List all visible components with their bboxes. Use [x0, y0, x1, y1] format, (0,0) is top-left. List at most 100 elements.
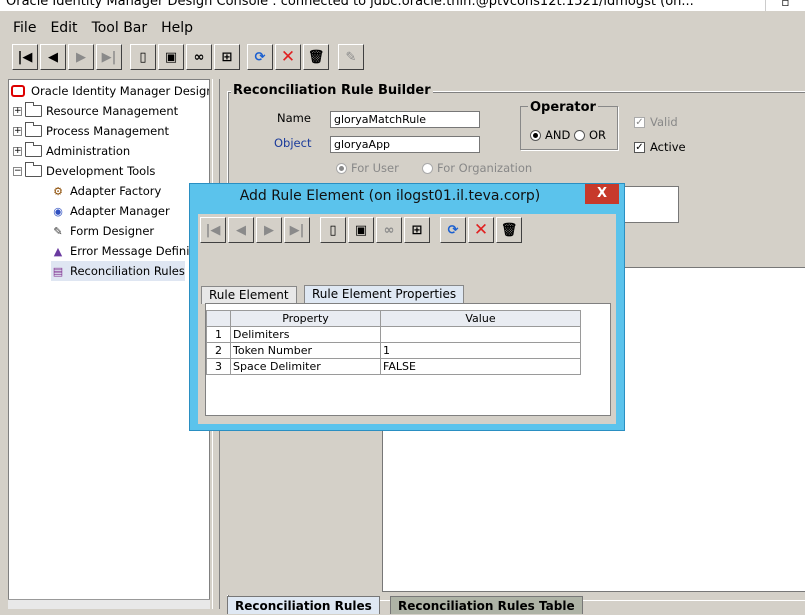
value-cell[interactable]: FALSE [380, 358, 581, 375]
menu-edit[interactable]: Edit [43, 18, 84, 38]
last-record-icon: ▶| [289, 222, 305, 238]
object-label[interactable]: Object [274, 136, 311, 150]
last-record-button[interactable]: ▶| [96, 44, 122, 70]
previous-record-icon: ◀ [236, 222, 246, 238]
row-number: 3 [206, 358, 231, 375]
dialog-query-button[interactable]: ∞ [376, 217, 402, 243]
name-field[interactable]: gloryaMatchRule [330, 111, 480, 128]
tree-horizontal-scrollbar[interactable] [8, 599, 210, 609]
action-toolbar: ⟳ ✕ 🗑 [247, 44, 331, 70]
new-form-button[interactable]: ▯ [130, 44, 156, 70]
property-cell[interactable]: Token Number [230, 342, 381, 359]
tree-item-label: Reconciliation Rules [70, 264, 185, 278]
tree-item-form-designer[interactable]: ✎ Form Designer [51, 221, 154, 241]
assign-button[interactable]: ⊞ [214, 44, 240, 70]
tree-item-error-message[interactable]: ▲ Error Message Defini [51, 241, 190, 261]
table-row[interactable]: 3 Space Delimiter FALSE [206, 358, 581, 375]
tab-reconciliation-rules[interactable]: Reconciliation Rules [227, 596, 380, 614]
valid-checkbox[interactable]: ✓ Valid [634, 115, 678, 129]
refresh-icon: ⟳ [254, 49, 266, 65]
tree-folder-label: Resource Management [46, 104, 179, 118]
edit-toolbar: ✎ [338, 44, 366, 70]
refresh-button[interactable]: ⟳ [247, 44, 273, 70]
tree-folder-process-management[interactable]: + Process Management [13, 121, 169, 141]
tree-folder-label: Process Management [46, 124, 170, 138]
window-controls: ▫ [765, 0, 805, 11]
menu-file[interactable]: File [6, 18, 43, 38]
restore-button[interactable]: ▫ [765, 0, 805, 11]
collapse-icon[interactable]: − [13, 166, 22, 176]
first-record-icon: |◀ [17, 49, 33, 65]
close-icon: X [596, 186, 608, 201]
window-title: Oracle Identity Manager Design Console :… [0, 0, 805, 11]
menu-toolbar[interactable]: Tool Bar [85, 18, 155, 38]
value-cell[interactable] [380, 326, 581, 343]
assign-icon: ⊞ [411, 222, 423, 238]
next-record-button[interactable]: ▶ [68, 44, 94, 70]
tree-folder-label: Development Tools [46, 164, 156, 178]
delete-button[interactable]: ✕ [275, 44, 301, 70]
first-record-button[interactable]: |◀ [12, 44, 38, 70]
trash-icon: 🗑 [500, 222, 518, 238]
tree-item-reconciliation-rules[interactable]: ▤ Reconciliation Rules [51, 261, 185, 281]
tab-rule-element-properties[interactable]: Rule Element Properties [304, 285, 465, 304]
delete-icon: ✕ [473, 220, 489, 240]
query-button[interactable]: ∞ [186, 44, 212, 70]
menu-bar: File Edit Tool Bar Help [0, 18, 805, 38]
dialog-toolbar: |◀ ◀ ▶ ▶| ▯ ▣ ∞ ⊞ ⟳ ✕ 🗑 [200, 217, 524, 243]
tab-rule-element[interactable]: Rule Element [201, 286, 297, 304]
tree-folder-label: Administration [46, 144, 131, 158]
value-column-header[interactable]: Value [380, 310, 581, 327]
row-number: 1 [206, 326, 231, 343]
expand-icon[interactable]: + [13, 126, 22, 136]
edit-button[interactable]: ✎ [338, 44, 364, 70]
dialog-title: Add Rule Element (on ilogst01.il.teva.co… [239, 188, 541, 204]
table-row[interactable]: 2 Token Number 1 [206, 342, 581, 359]
for-user-radio[interactable]: For User [336, 161, 399, 175]
adapter-factory-icon: ⚙ [53, 184, 63, 198]
tree-root[interactable]: Oracle Identity Manager Design [11, 81, 209, 101]
dialog-close-button[interactable]: X [585, 184, 619, 204]
navigation-toolbar: |◀ ◀ ▶ ▶| [12, 44, 124, 70]
menu-help[interactable]: Help [154, 18, 200, 38]
active-checkbox[interactable]: ✓ Active [634, 140, 686, 154]
dialog-refresh-button[interactable]: ⟳ [440, 217, 466, 243]
dialog-next-button[interactable]: ▶ [256, 217, 282, 243]
property-cell[interactable]: Space Delimiter [230, 358, 381, 375]
last-record-icon: ▶| [101, 49, 117, 65]
dialog-save-button[interactable]: ▣ [348, 217, 374, 243]
expand-icon[interactable]: + [13, 146, 22, 156]
dialog-trash-button[interactable]: 🗑 [496, 217, 522, 243]
expand-icon[interactable]: + [13, 106, 22, 116]
row-number: 2 [206, 342, 231, 359]
or-label: OR [589, 128, 607, 142]
for-organization-label: For Organization [437, 161, 533, 175]
operator-and-radio[interactable]: AND [530, 128, 570, 142]
tab-reconciliation-rules-table[interactable]: Reconciliation Rules Table [390, 596, 583, 614]
object-field[interactable]: gloryaApp [330, 136, 480, 153]
dialog-previous-button[interactable]: ◀ [228, 217, 254, 243]
operator-title: Operator [528, 100, 598, 115]
folder-open-icon [25, 162, 42, 177]
tree-item-adapter-manager[interactable]: ◉ Adapter Manager [51, 201, 170, 221]
dialog-delete-button[interactable]: ✕ [468, 217, 494, 243]
property-cell[interactable]: Delimiters [230, 326, 381, 343]
previous-record-button[interactable]: ◀ [40, 44, 66, 70]
operator-or-radio[interactable]: OR [574, 128, 606, 142]
dialog-last-button[interactable]: ▶| [284, 217, 310, 243]
trash-button[interactable]: 🗑 [303, 44, 329, 70]
tree-folder-development-tools[interactable]: − Development Tools [13, 161, 155, 181]
query-binoculars-icon: ∞ [193, 49, 205, 65]
tree-item-adapter-factory[interactable]: ⚙ Adapter Factory [51, 181, 161, 201]
dialog-assign-button[interactable]: ⊞ [404, 217, 430, 243]
dialog-new-button[interactable]: ▯ [320, 217, 346, 243]
tree-folder-administration[interactable]: + Administration [13, 141, 130, 161]
property-column-header[interactable]: Property [230, 310, 381, 327]
value-cell[interactable]: 1 [380, 342, 581, 359]
for-organization-radio[interactable]: For Organization [422, 161, 532, 175]
tree-folder-resource-management[interactable]: + Resource Management [13, 101, 178, 121]
save-icon: ▣ [354, 222, 368, 238]
dialog-first-button[interactable]: |◀ [200, 217, 226, 243]
save-button[interactable]: ▣ [158, 44, 184, 70]
table-row[interactable]: 1 Delimiters [206, 326, 581, 343]
